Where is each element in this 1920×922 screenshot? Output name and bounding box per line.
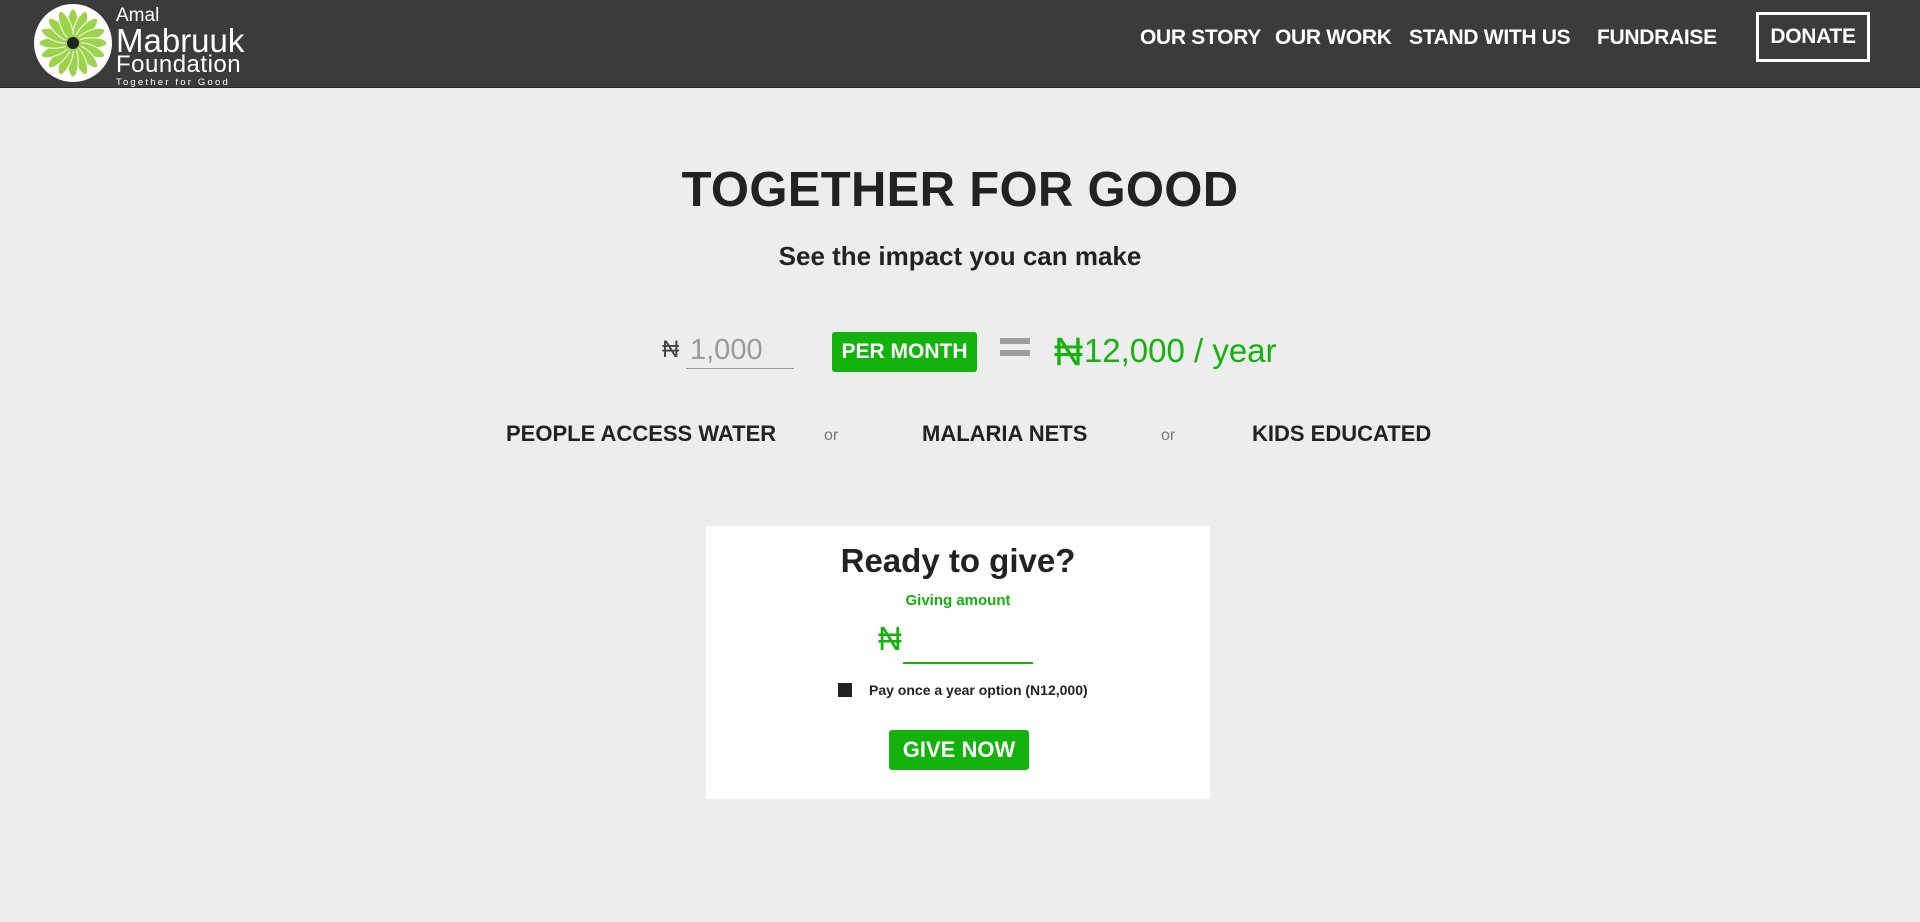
impact-separator: or — [824, 427, 839, 444]
brand-wordmark: Amal Mabruuk Foundation Together for Goo… — [116, 6, 244, 88]
yearly-option-label[interactable]: Pay once a year option (N12,000) — [869, 682, 1088, 698]
result-currency-symbol: ₦ — [1054, 330, 1083, 374]
impact-separator: or — [1161, 427, 1176, 444]
impact-kids-educated: KIDS EDUCATED — [1252, 421, 1432, 446]
monthly-amount-input[interactable] — [686, 332, 794, 369]
yearly-option-checkbox[interactable] — [838, 683, 852, 697]
result-amount: 12,000 / year — [1083, 332, 1277, 369]
calculator-currency-symbol: ₦ — [662, 336, 680, 363]
brand-tagline: Together for Good — [116, 77, 230, 88]
site-header: Amal Mabruuk Foundation Together for Goo… — [0, 0, 1920, 88]
nav-stand-with-us[interactable]: STAND WITH US — [1409, 24, 1571, 52]
flower-logo-icon — [34, 4, 112, 82]
giving-amount-label: Giving amount — [905, 592, 1011, 609]
giving-currency-symbol: ₦ — [878, 620, 902, 657]
nav-our-story[interactable]: OUR STORY — [1140, 24, 1261, 52]
equals-icon — [1000, 334, 1032, 360]
give-card-title: Ready to give? — [840, 542, 1076, 579]
impact-water: PEOPLE ACCESS WATER — [506, 421, 777, 446]
donate-button[interactable]: DONATE — [1756, 12, 1870, 62]
nav-our-work[interactable]: OUR WORK — [1275, 24, 1392, 52]
page-title: TOGETHER FOR GOOD — [681, 163, 1239, 217]
impact-malaria-nets: MALARIA NETS — [922, 421, 1088, 446]
nav-fundraise[interactable]: FUNDRAISE — [1597, 24, 1717, 52]
brand-logo[interactable]: Amal Mabruuk Foundation Together for Goo… — [32, 2, 252, 87]
give-card: Ready to give? Giving amount ₦ Pay once … — [706, 526, 1210, 799]
page-subtitle: See the impact you can make — [778, 241, 1142, 271]
yearly-total: ₦12,000 / year — [1054, 330, 1277, 375]
brand-line-3: Foundation — [116, 51, 242, 78]
give-now-button[interactable]: GIVE NOW — [889, 730, 1029, 770]
frequency-toggle-button[interactable]: PER MONTH — [832, 332, 977, 372]
giving-amount-input[interactable] — [903, 620, 1033, 664]
